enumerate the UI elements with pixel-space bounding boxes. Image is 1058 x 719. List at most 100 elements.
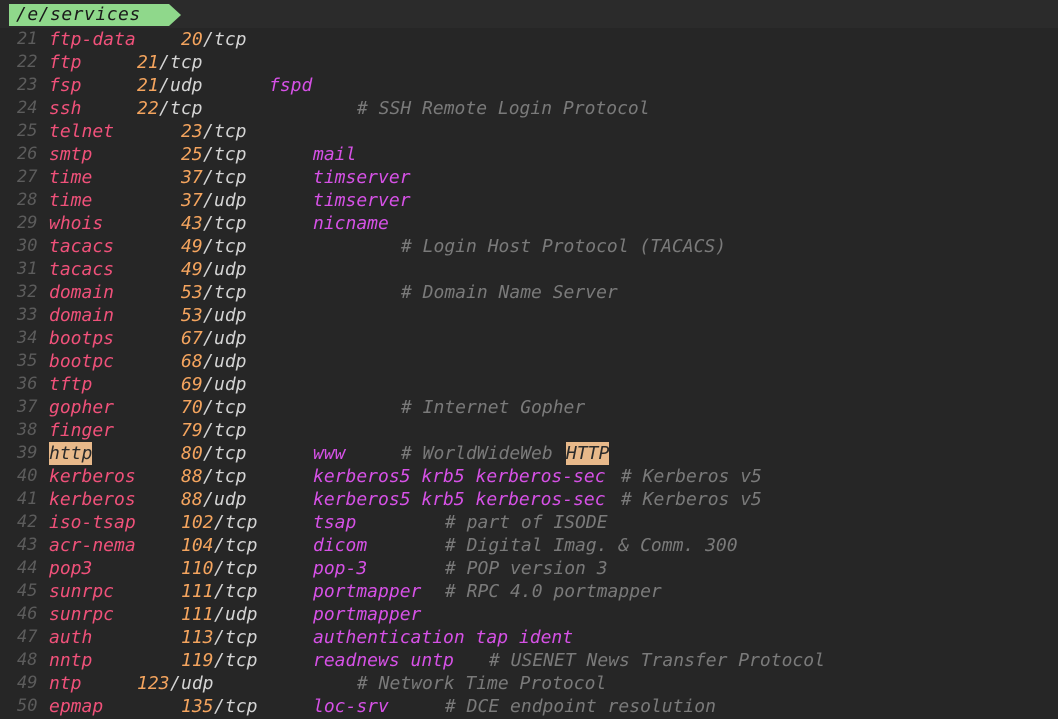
service-name: sunrpc (49, 581, 115, 602)
line-number: 43 (17, 535, 38, 555)
service-name: fsp (49, 75, 82, 96)
port-number: 43 (181, 213, 203, 234)
aliases: kerberos5 krb5 kerberos-sec (313, 489, 606, 510)
code-line[interactable]: 32 domain 53/tcp # Domain Name Server (0, 281, 1058, 304)
code-line[interactable]: 39 http 80/tcp www # WorldWideWeb HTTP (0, 442, 1058, 465)
line-number: 33 (17, 305, 38, 325)
code-line[interactable]: 48 nntp 119/tcp readnews untp # USENET News … (0, 649, 1058, 672)
port-number: 79 (181, 420, 203, 441)
line-number: 50 (17, 696, 38, 716)
port-number: 113 (181, 627, 214, 648)
editor-text-area[interactable]: 21 ftp-data 20/tcp 22 ftp 21/tcp 23 fsp 21/udp fs… (0, 28, 1058, 719)
aliases: dicom (313, 535, 368, 556)
port-number: 23 (181, 121, 203, 142)
code-line[interactable]: 27 time 37/tcp timserver (0, 166, 1058, 189)
line-number: 34 (17, 328, 38, 348)
code-line[interactable]: 26 smtp 25/tcp mail (0, 143, 1058, 166)
port-separator: / (214, 696, 225, 717)
code-line[interactable]: 28 time 37/udp timserver (0, 189, 1058, 212)
port-number: 88 (181, 489, 203, 510)
service-name: finger (49, 420, 115, 441)
code-line[interactable]: 29 whois 43/tcp nicname (0, 212, 1058, 235)
code-line[interactable]: 44 pop3 110/tcp pop-3 # POP version 3 (0, 557, 1058, 580)
line-number: 44 (17, 558, 38, 578)
aliases: loc-srv (313, 696, 389, 717)
protocol: udp (170, 75, 203, 96)
line-number: 39 (17, 443, 38, 463)
comment: # RPC 4.0 portmapper (445, 581, 662, 602)
service-name: kerberos (49, 466, 136, 487)
protocol: udp (214, 328, 247, 349)
service-name: bootps (49, 328, 115, 349)
service-name: ftp-data (49, 29, 136, 50)
code-line[interactable]: 24 ssh 22/tcp # SSH Remote Login Protocol (0, 97, 1058, 120)
code-line[interactable]: 23 fsp 21/udp fspd (0, 74, 1058, 97)
code-line[interactable]: 34 bootps 67/udp (0, 327, 1058, 350)
protocol: tcp (225, 650, 258, 671)
line-number: 48 (17, 650, 38, 670)
code-line[interactable]: 45 sunrpc 111/tcp portmapper # RPC 4.0 portm… (0, 580, 1058, 603)
protocol: tcp (214, 213, 247, 234)
code-line[interactable]: 25 telnet 23/tcp (0, 120, 1058, 143)
port-separator: / (214, 558, 225, 579)
port-number: 110 (181, 558, 214, 579)
service-name: acr-nema (49, 535, 136, 556)
port-separator: / (203, 167, 214, 188)
port-separator: / (203, 259, 214, 280)
code-line[interactable]: 43 acr-nema 104/tcp dicom # Digital Imag. & … (0, 534, 1058, 557)
aliases: www (313, 443, 346, 464)
port-separator: / (203, 121, 214, 142)
port-separator: / (203, 489, 214, 510)
comment: # SSH Remote Login Protocol (357, 98, 650, 119)
port-separator: / (203, 328, 214, 349)
aliases: fspd (269, 75, 313, 96)
port-number: 22 (137, 98, 159, 119)
service-name: gopher (49, 397, 115, 418)
line-number: 31 (17, 259, 38, 279)
code-line[interactable]: 42 iso-tsap 102/tcp tsap # part of ISODE (0, 511, 1058, 534)
protocol: udp (181, 673, 214, 694)
code-line[interactable]: 31 tacacs 49/udp (0, 258, 1058, 281)
protocol: tcp (214, 420, 247, 441)
file-tab[interactable]: /e/services (9, 4, 169, 26)
service-name: smtp (49, 144, 93, 165)
code-line[interactable]: 41 kerberos 88/udp kerberos5 krb5 kerberos-… (0, 488, 1058, 511)
service-name: domain (49, 282, 115, 303)
protocol: tcp (214, 236, 247, 257)
line-number: 26 (17, 144, 38, 164)
protocol: tcp (225, 581, 258, 602)
code-line[interactable]: 33 domain 53/udp (0, 304, 1058, 327)
protocol: tcp (214, 121, 247, 142)
port-number: 135 (181, 696, 214, 717)
service-name: tftp (49, 374, 93, 395)
port-separator: / (203, 236, 214, 257)
code-line[interactable]: 38 finger 79/tcp (0, 419, 1058, 442)
service-name: kerberos (49, 489, 136, 510)
code-line[interactable]: 49 ntp 123/udp # Network Time Protocol (0, 672, 1058, 695)
protocol: tcp (214, 397, 247, 418)
port-separator: / (203, 374, 214, 395)
protocol: udp (214, 190, 247, 211)
code-line[interactable]: 37 gopher 70/tcp # Internet Gopher (0, 396, 1058, 419)
service-name: tacacs (49, 259, 115, 280)
code-line[interactable]: 30 tacacs 49/tcp # Login Host Protocol (TAC… (0, 235, 1058, 258)
code-line[interactable]: 36 tftp 69/udp (0, 373, 1058, 396)
code-line[interactable]: 22 ftp 21/tcp (0, 51, 1058, 74)
code-line[interactable]: 50 epmap 135/tcp loc-srv # DCE endpoint reso… (0, 695, 1058, 718)
port-separator: / (214, 512, 225, 533)
port-number: 37 (181, 190, 203, 211)
service-name: pop3 (49, 558, 93, 579)
service-name: iso-tsap (49, 512, 136, 533)
code-line[interactable]: 21 ftp-data 20/tcp (0, 28, 1058, 51)
file-tab-title: /e/services (16, 4, 141, 25)
code-line[interactable]: 35 bootpc 68/udp (0, 350, 1058, 373)
port-number: 21 (137, 52, 159, 73)
code-line[interactable]: 40 kerberos 88/tcp kerberos5 krb5 kerberos-… (0, 465, 1058, 488)
service-name: telnet (49, 121, 115, 142)
comment: # Kerberos v5 (621, 466, 762, 487)
code-line[interactable]: 46 sunrpc 111/udp portmapper (0, 603, 1058, 626)
comment: # Network Time Protocol (357, 673, 607, 694)
line-number: 29 (17, 213, 38, 233)
code-line[interactable]: 47 auth 113/tcp authentication tap ident (0, 626, 1058, 649)
port-separator: / (203, 282, 214, 303)
